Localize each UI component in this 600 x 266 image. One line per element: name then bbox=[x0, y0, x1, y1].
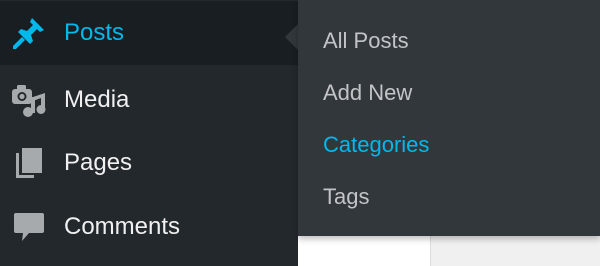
menu-item-label: Pages bbox=[64, 149, 133, 176]
submenu-item-label: All Posts bbox=[323, 28, 409, 53]
menu-item-label: Posts bbox=[64, 19, 125, 46]
menu-item-media[interactable]: Media bbox=[0, 68, 298, 132]
menu-item-posts[interactable]: Posts bbox=[0, 1, 298, 65]
menu-item-label: Comments bbox=[64, 213, 181, 240]
submenu-item-label: Tags bbox=[323, 184, 370, 209]
content-panel bbox=[298, 236, 431, 266]
submenu-item-label: Categories bbox=[323, 132, 430, 157]
menu-item-label: Media bbox=[64, 86, 130, 113]
admin-sidebar-menu: Posts Media Pages Comments bbox=[0, 0, 298, 266]
media-icon bbox=[10, 81, 48, 119]
submenu-item-categories[interactable]: Categories bbox=[298, 119, 600, 171]
comment-bubble-icon bbox=[10, 208, 48, 246]
menu-item-pages[interactable]: Pages bbox=[0, 131, 298, 195]
flyout-pointer bbox=[285, 24, 298, 50]
pushpin-icon bbox=[10, 14, 48, 52]
submenu-item-add-new[interactable]: Add New bbox=[298, 67, 600, 119]
content-area bbox=[298, 236, 600, 266]
menu-item-comments[interactable]: Comments bbox=[0, 195, 298, 259]
admin-screen: Posts Media Pages Comments All Posts Add… bbox=[0, 0, 600, 266]
pages-icon bbox=[10, 144, 48, 182]
submenu-item-all-posts[interactable]: All Posts bbox=[298, 15, 600, 67]
posts-submenu-flyout: All Posts Add New Categories Tags bbox=[298, 0, 600, 236]
submenu-item-label: Add New bbox=[323, 80, 413, 105]
submenu-item-tags[interactable]: Tags bbox=[298, 171, 600, 223]
